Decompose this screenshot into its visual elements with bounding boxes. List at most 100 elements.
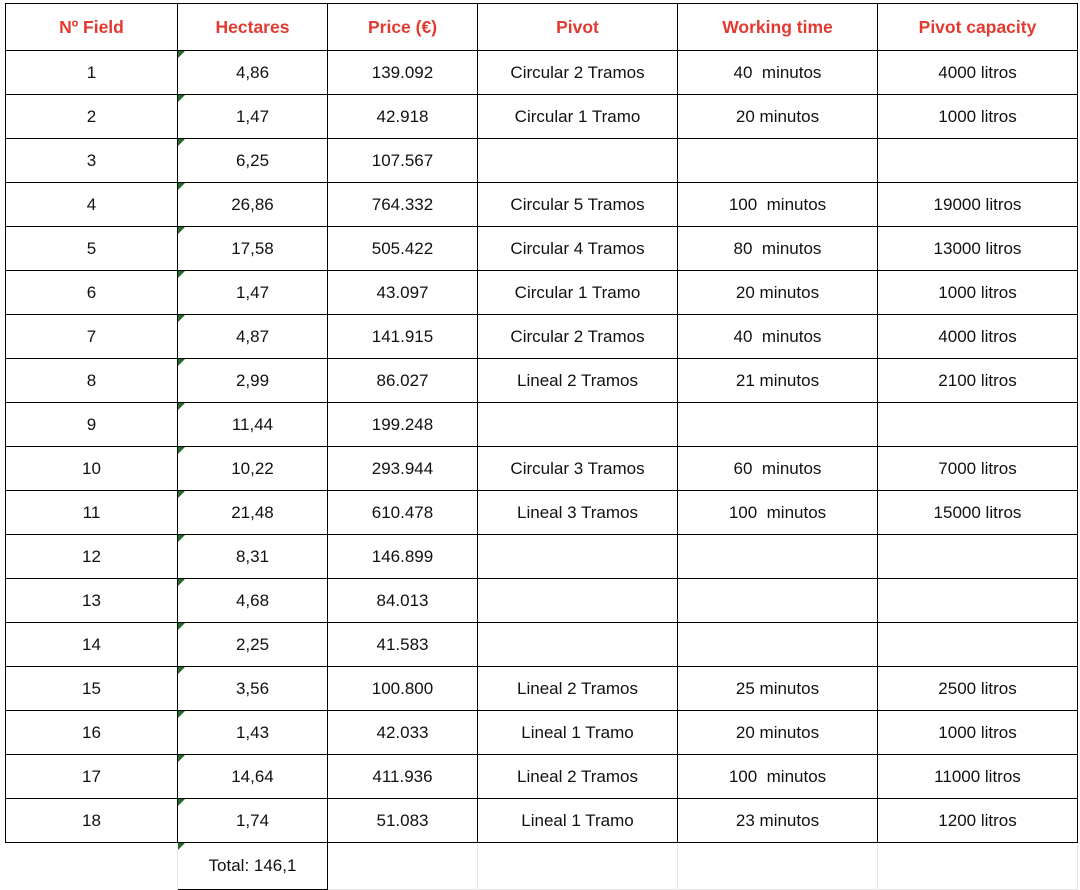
cell-pivot-capacity[interactable]: 4000 litros <box>877 314 1078 359</box>
cell-working-time-struck[interactable] <box>677 138 878 183</box>
cell-pivot-capacity[interactable]: 1000 litros <box>877 270 1078 315</box>
cell-price[interactable]: 199.248 <box>327 402 478 447</box>
cell-hectares[interactable]: 1,43 <box>177 710 328 755</box>
cell-pivot-capacity-struck[interactable] <box>877 534 1078 579</box>
cell-price[interactable]: 42.033 <box>327 710 478 755</box>
cell-field[interactable]: 5 <box>5 226 178 271</box>
cell-hectares[interactable]: 1,47 <box>177 94 328 139</box>
cell-pivot-capacity[interactable]: 19000 litros <box>877 182 1078 227</box>
cell-field[interactable]: 2 <box>5 94 178 139</box>
cell-working-time[interactable]: 100 minutos <box>677 490 878 535</box>
cell-field[interactable]: 4 <box>5 182 178 227</box>
cell-price[interactable]: 139.092 <box>327 50 478 95</box>
cell-pivot[interactable]: Circular 1 Tramo <box>477 94 678 139</box>
cell-hectares[interactable]: 1,47 <box>177 270 328 315</box>
cell-price[interactable]: 51.083 <box>327 798 478 843</box>
cell-pivot-capacity[interactable]: 7000 litros <box>877 446 1078 491</box>
cell-pivot[interactable]: Lineal 3 Tramos <box>477 490 678 535</box>
total-cell-field[interactable] <box>5 842 178 890</box>
cell-hectares[interactable]: 3,56 <box>177 666 328 711</box>
cell-pivot[interactable]: Lineal 2 Tramos <box>477 754 678 799</box>
cell-working-time[interactable]: 40 minutos <box>677 314 878 359</box>
cell-hectares[interactable]: 4,68 <box>177 578 328 623</box>
cell-working-time[interactable]: 80 minutos <box>677 226 878 271</box>
cell-price[interactable]: 141.915 <box>327 314 478 359</box>
cell-pivot[interactable]: Circular 3 Tramos <box>477 446 678 491</box>
cell-working-time[interactable]: 25 minutos <box>677 666 878 711</box>
cell-pivot-capacity-struck[interactable] <box>877 138 1078 183</box>
cell-hectares[interactable]: 11,44 <box>177 402 328 447</box>
cell-field[interactable]: 6 <box>5 270 178 315</box>
cell-hectares[interactable]: 14,64 <box>177 754 328 799</box>
cell-field[interactable]: 9 <box>5 402 178 447</box>
cell-pivot-capacity[interactable]: 2500 litros <box>877 666 1078 711</box>
total-cell-price[interactable] <box>327 842 478 890</box>
total-cell-working-time[interactable] <box>677 842 878 890</box>
cell-pivot-capacity[interactable]: 13000 litros <box>877 226 1078 271</box>
cell-price[interactable]: 84.013 <box>327 578 478 623</box>
cell-field[interactable]: 12 <box>5 534 178 579</box>
cell-price[interactable]: 293.944 <box>327 446 478 491</box>
cell-hectares[interactable]: 10,22 <box>177 446 328 491</box>
cell-pivot[interactable]: Circular 2 Tramos <box>477 314 678 359</box>
cell-price[interactable]: 411.936 <box>327 754 478 799</box>
cell-pivot[interactable]: Circular 1 Tramo <box>477 270 678 315</box>
cell-working-time[interactable]: 21 minutos <box>677 358 878 403</box>
cell-pivot[interactable]: Circular 4 Tramos <box>477 226 678 271</box>
cell-field[interactable]: 17 <box>5 754 178 799</box>
cell-hectares[interactable]: 17,58 <box>177 226 328 271</box>
cell-price[interactable]: 505.422 <box>327 226 478 271</box>
cell-pivot[interactable]: Circular 2 Tramos <box>477 50 678 95</box>
cell-pivot-capacity[interactable]: 1200 litros <box>877 798 1078 843</box>
cell-hectares[interactable]: 2,99 <box>177 358 328 403</box>
cell-price[interactable]: 146.899 <box>327 534 478 579</box>
cell-pivot-capacity-struck[interactable] <box>877 622 1078 667</box>
cell-working-time[interactable]: 23 minutos <box>677 798 878 843</box>
cell-hectares[interactable]: 1,74 <box>177 798 328 843</box>
cell-field[interactable]: 18 <box>5 798 178 843</box>
cell-price[interactable]: 107.567 <box>327 138 478 183</box>
cell-price[interactable]: 100.800 <box>327 666 478 711</box>
cell-working-time-struck[interactable] <box>677 578 878 623</box>
cell-pivot-capacity-struck[interactable] <box>877 402 1078 447</box>
cell-working-time[interactable]: 100 minutos <box>677 754 878 799</box>
cell-price[interactable]: 86.027 <box>327 358 478 403</box>
cell-field[interactable]: 15 <box>5 666 178 711</box>
cell-field[interactable]: 8 <box>5 358 178 403</box>
cell-pivot-capacity[interactable]: 11000 litros <box>877 754 1078 799</box>
cell-hectares[interactable]: 4,87 <box>177 314 328 359</box>
cell-pivot-capacity[interactable]: 4000 litros <box>877 50 1078 95</box>
cell-field[interactable]: 14 <box>5 622 178 667</box>
cell-pivot-struck[interactable] <box>477 622 678 667</box>
cell-price[interactable]: 610.478 <box>327 490 478 535</box>
cell-pivot[interactable]: Lineal 1 Tramo <box>477 710 678 755</box>
cell-price[interactable]: 764.332 <box>327 182 478 227</box>
cell-field[interactable]: 13 <box>5 578 178 623</box>
cell-working-time-struck[interactable] <box>677 534 878 579</box>
cell-working-time[interactable]: 40 minutos <box>677 50 878 95</box>
cell-field[interactable]: 16 <box>5 710 178 755</box>
cell-pivot-struck[interactable] <box>477 138 678 183</box>
cell-hectares[interactable]: 6,25 <box>177 138 328 183</box>
cell-field[interactable]: 7 <box>5 314 178 359</box>
total-cell-pivot-capacity[interactable] <box>877 842 1078 890</box>
cell-field[interactable]: 11 <box>5 490 178 535</box>
total-cell-hectares[interactable]: Total: 146,1 <box>177 842 328 890</box>
cell-price[interactable]: 41.583 <box>327 622 478 667</box>
cell-working-time-struck[interactable] <box>677 622 878 667</box>
cell-pivot-capacity[interactable]: 2100 litros <box>877 358 1078 403</box>
cell-pivot-capacity[interactable]: 1000 litros <box>877 710 1078 755</box>
cell-pivot-capacity[interactable]: 1000 litros <box>877 94 1078 139</box>
cell-pivot[interactable]: Lineal 1 Tramo <box>477 798 678 843</box>
cell-pivot-struck[interactable] <box>477 534 678 579</box>
cell-working-time[interactable]: 20 minutos <box>677 710 878 755</box>
cell-working-time[interactable]: 60 minutos <box>677 446 878 491</box>
total-cell-pivot[interactable] <box>477 842 678 890</box>
cell-price[interactable]: 42.918 <box>327 94 478 139</box>
cell-price[interactable]: 43.097 <box>327 270 478 315</box>
cell-pivot-capacity-struck[interactable] <box>877 578 1078 623</box>
cell-pivot[interactable]: Lineal 2 Tramos <box>477 358 678 403</box>
cell-pivot-capacity[interactable]: 15000 litros <box>877 490 1078 535</box>
cell-working-time[interactable]: 20 minutos <box>677 270 878 315</box>
cell-pivot[interactable]: Lineal 2 Tramos <box>477 666 678 711</box>
